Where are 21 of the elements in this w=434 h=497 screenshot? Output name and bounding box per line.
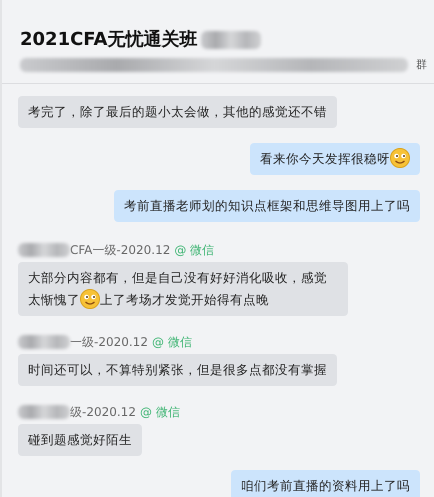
message-bubble: 碰到题感觉好陌生 bbox=[18, 424, 142, 456]
sender-source: @ 微信 bbox=[152, 334, 192, 350]
message-bubble: 考前直播老师划的知识点框架和思维导图用上了吗 bbox=[114, 190, 420, 222]
smiley-icon bbox=[390, 148, 410, 168]
group-label: 群 bbox=[416, 57, 427, 73]
message-bubble: 大部分内容都有，但是自己没有好好消化吸收，感觉太惭愧了 上了考场才发觉开始得有点晚 bbox=[18, 262, 348, 316]
redacted-name bbox=[18, 335, 70, 349]
sender-name: 级-2020.12 bbox=[70, 404, 136, 420]
message-bubble: 看来你今天发挥很稳呀 bbox=[250, 143, 420, 175]
message-bubble: 考完了，除了最后的题小太会做，其他的感觉还不错 bbox=[18, 96, 337, 128]
smiley-icon bbox=[80, 289, 100, 309]
chat-title: 2021CFA无忧通关班 bbox=[20, 28, 198, 52]
message-bubble: 咱们考前直播的资料用上了吗 bbox=[231, 470, 420, 497]
sender-source: @ 微信 bbox=[140, 404, 180, 420]
sender-source: @ 微信 bbox=[174, 242, 214, 258]
sender-name: 一级-2020.12 bbox=[70, 334, 148, 350]
redacted-name bbox=[18, 405, 70, 419]
message-bubble: 时间还可以，不算特别紧张，但是很多点都没有掌握 bbox=[18, 354, 337, 386]
redacted-name bbox=[18, 243, 70, 257]
redacted-text bbox=[201, 30, 262, 48]
sender-name: CFA一级-2020.12 bbox=[70, 242, 170, 258]
